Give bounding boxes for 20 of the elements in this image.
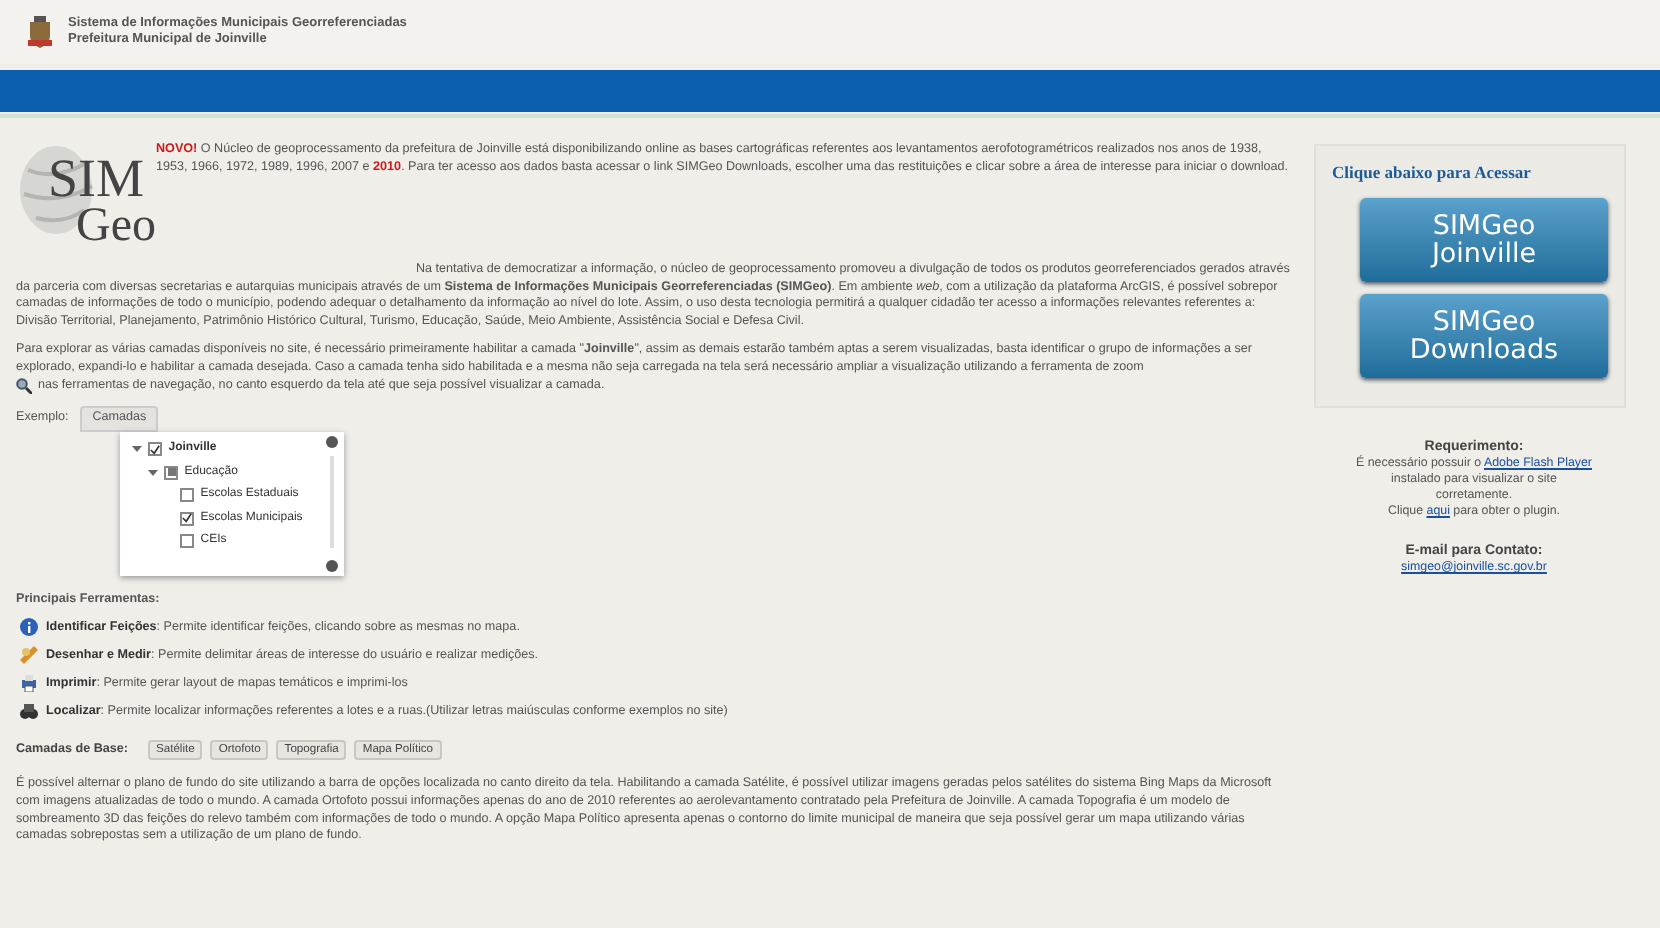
scroll-up-icon	[326, 435, 339, 448]
scroll-down-icon	[326, 559, 339, 572]
binoculars-icon	[20, 702, 38, 721]
logo-text: SIM	[48, 150, 145, 206]
logo-text: Geo	[76, 202, 156, 250]
ruler-pencil-icon	[20, 646, 38, 665]
printer-icon	[20, 674, 38, 693]
zoom-icon	[16, 377, 32, 394]
checkbox[interactable]	[180, 488, 195, 502]
info-icon	[20, 618, 38, 637]
scrollbar-track	[330, 455, 335, 548]
check-icon	[182, 512, 193, 524]
checkbox[interactable]	[180, 511, 195, 525]
checkbox[interactable]	[148, 442, 163, 456]
access-button[interactable]: SIMGeo Joinville	[1360, 197, 1608, 282]
coat-of-arms-icon	[28, 16, 52, 48]
panel-title: Clique abaixo para Acessar	[1332, 160, 1533, 186]
checkbox[interactable]	[180, 534, 195, 548]
access-button[interactable]: SIMGeo Downloads	[1360, 293, 1608, 378]
check-icon	[150, 443, 161, 455]
